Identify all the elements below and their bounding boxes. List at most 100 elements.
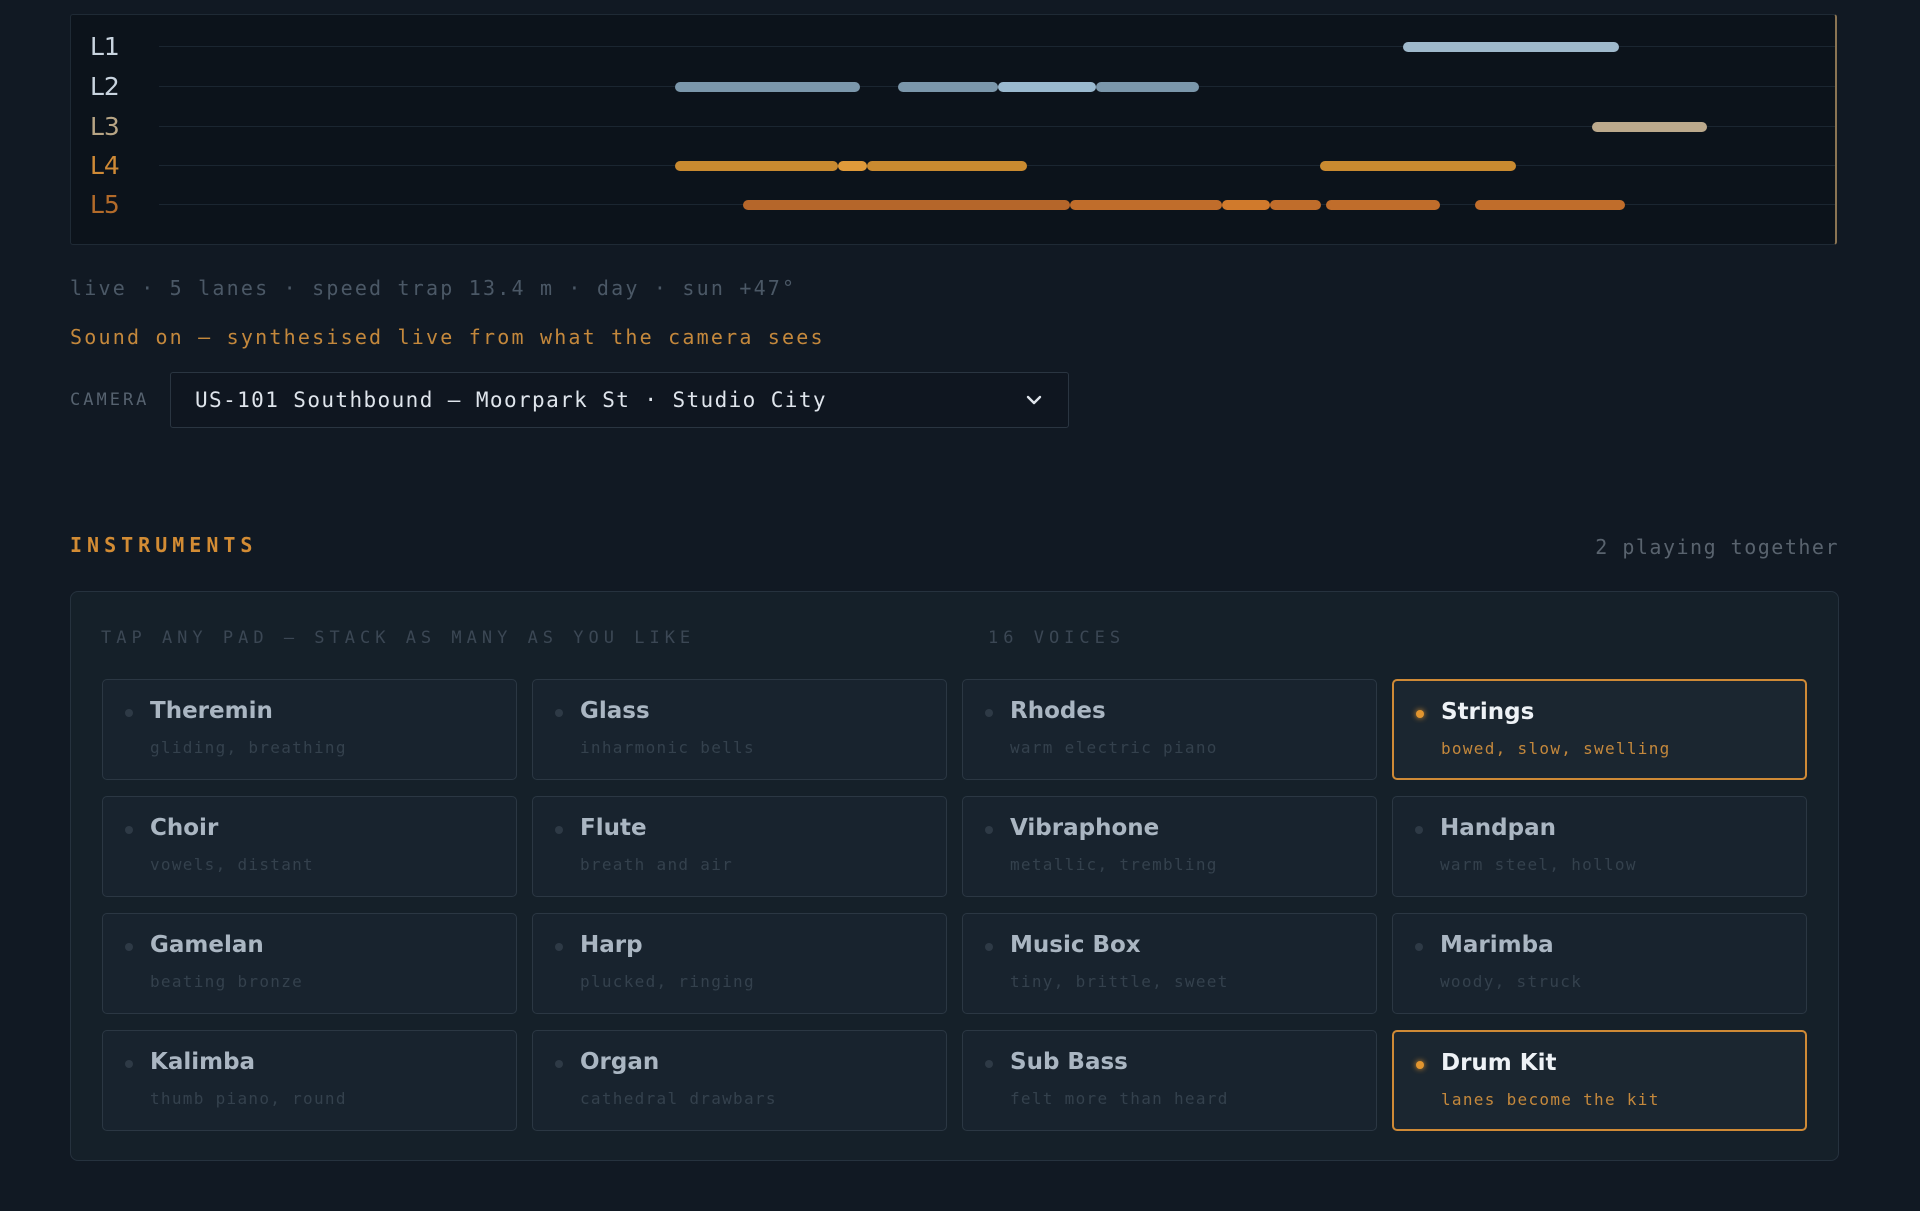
vehicle-segment — [837, 161, 868, 171]
pad-name: Gamelan — [150, 932, 264, 958]
pad-name: Kalimba — [150, 1049, 256, 1075]
pad-description: felt more than heard — [1010, 1089, 1229, 1108]
pad-name: Drum Kit — [1441, 1050, 1557, 1076]
voices-count: 16 VOICES — [988, 628, 1126, 648]
camera-select-value: US-101 Southbound — Moorpark St · Studio… — [195, 388, 827, 412]
status-dot-icon — [985, 826, 993, 834]
status-dot-icon — [1416, 710, 1424, 718]
chevron-down-icon — [1026, 395, 1042, 405]
vehicle-segment — [1221, 200, 1271, 210]
status-dot-icon — [125, 943, 133, 951]
vehicle-segment — [1320, 161, 1517, 171]
pad-description: bowed, slow, swelling — [1441, 739, 1671, 758]
instrument-pad-marimba[interactable]: Marimba woody, struck — [1392, 913, 1807, 1014]
status-dot-icon — [555, 943, 563, 951]
vehicle-segment — [1326, 200, 1441, 210]
pad-description: warm steel, hollow — [1440, 855, 1637, 874]
instruments-hint: TAP ANY PAD — STACK AS MANY AS YOU LIKE — [101, 628, 696, 648]
vehicle-segment — [1475, 200, 1625, 210]
vehicle-segment — [1070, 200, 1222, 210]
lane-row: L3 — [71, 107, 1835, 146]
lane-visualiser: L1 L2 L3 L4 L5 — [70, 14, 1837, 245]
lane-label: L4 — [90, 151, 120, 180]
instruments-title: INSTRUMENTS — [70, 533, 258, 557]
pad-description: breath and air — [580, 855, 734, 874]
status-dot-icon — [125, 709, 133, 717]
status-dot-icon — [985, 709, 993, 717]
pad-name: Music Box — [1010, 932, 1141, 958]
pad-description: metallic, trembling — [1010, 855, 1218, 874]
lane-label: L2 — [90, 72, 120, 101]
status-dot-icon — [985, 943, 993, 951]
pad-name: Marimba — [1440, 932, 1554, 958]
status-dot-icon — [555, 1060, 563, 1068]
status-dot-icon — [125, 1060, 133, 1068]
pad-description: lanes become the kit — [1441, 1090, 1660, 1109]
instrument-pad-organ[interactable]: Organ cathedral drawbars — [532, 1030, 947, 1131]
pad-grid: Theremin gliding, breathing Glass inharmoni… — [102, 679, 1807, 1131]
lane-row: L5 — [71, 185, 1835, 224]
vehicle-segment — [1270, 200, 1321, 210]
pad-description: inharmonic bells — [580, 738, 755, 757]
pad-name: Theremin — [150, 698, 273, 724]
pad-name: Harp — [580, 932, 643, 958]
lane-label: L5 — [90, 190, 120, 219]
instrument-pad-strings[interactable]: Strings bowed, slow, swelling — [1392, 679, 1807, 780]
sound-status: Sound on — synthesised live from what th… — [70, 325, 825, 349]
pad-description: vowels, distant — [150, 855, 314, 874]
instrument-pad-rhodes[interactable]: Rhodes warm electric piano — [962, 679, 1377, 780]
instrument-pad-glass[interactable]: Glass inharmonic bells — [532, 679, 947, 780]
pad-description: thumb piano, round — [150, 1089, 347, 1108]
instrument-pad-vibraphone[interactable]: Vibraphone metallic, trembling — [962, 796, 1377, 897]
pad-description: beating bronze — [150, 972, 304, 991]
instrument-pad-flute[interactable]: Flute breath and air — [532, 796, 947, 897]
vehicle-segment — [675, 161, 838, 171]
pad-name: Organ — [580, 1049, 660, 1075]
vehicle-segment — [1096, 82, 1200, 92]
status-dot-icon — [1416, 1061, 1424, 1069]
status-dot-icon — [125, 826, 133, 834]
instrument-pad-theremin[interactable]: Theremin gliding, breathing — [102, 679, 517, 780]
instrument-pad-drum-kit[interactable]: Drum Kit lanes become the kit — [1392, 1030, 1807, 1131]
playing-count: 2 playing together — [1595, 535, 1839, 559]
lane-label: L3 — [90, 112, 120, 141]
vehicle-segment — [1592, 122, 1708, 132]
lane-label: L1 — [90, 32, 120, 61]
pad-name: Flute — [580, 815, 647, 841]
instrument-pad-kalimba[interactable]: Kalimba thumb piano, round — [102, 1030, 517, 1131]
pad-name: Handpan — [1440, 815, 1556, 841]
pad-description: tiny, brittle, sweet — [1010, 972, 1229, 991]
pad-description: cathedral drawbars — [580, 1089, 777, 1108]
status-dot-icon — [555, 826, 563, 834]
vehicle-segment — [743, 200, 1071, 210]
lane-track — [159, 126, 1835, 127]
lane-row: L1 — [71, 27, 1835, 66]
vehicle-segment — [675, 82, 861, 92]
vehicle-segment — [1402, 42, 1619, 52]
pad-name: Sub Bass — [1010, 1049, 1128, 1075]
instrument-pad-gamelan[interactable]: Gamelan beating bronze — [102, 913, 517, 1014]
lane-row: L2 — [71, 67, 1835, 106]
vehicle-segment — [867, 161, 1028, 171]
pad-description: gliding, breathing — [150, 738, 347, 757]
instruments-panel: TAP ANY PAD — STACK AS MANY AS YOU LIKE … — [70, 591, 1839, 1161]
instrument-pad-harp[interactable]: Harp plucked, ringing — [532, 913, 947, 1014]
instrument-pad-sub-bass[interactable]: Sub Bass felt more than heard — [962, 1030, 1377, 1131]
pad-description: plucked, ringing — [580, 972, 755, 991]
pad-name: Rhodes — [1010, 698, 1106, 724]
lane-row: L4 — [71, 146, 1835, 185]
pad-description: warm electric piano — [1010, 738, 1218, 757]
status-dot-icon — [985, 1060, 993, 1068]
pad-name: Vibraphone — [1010, 815, 1160, 841]
instrument-pad-music-box[interactable]: Music Box tiny, brittle, sweet — [962, 913, 1377, 1014]
pad-description: woody, struck — [1440, 972, 1583, 991]
status-dot-icon — [1415, 943, 1423, 951]
vehicle-segment — [897, 82, 998, 92]
camera-select[interactable]: US-101 Southbound — Moorpark St · Studio… — [170, 372, 1069, 428]
instrument-pad-handpan[interactable]: Handpan warm steel, hollow — [1392, 796, 1807, 897]
camera-label: CAMERA — [70, 390, 150, 410]
pad-name: Glass — [580, 698, 650, 724]
instrument-pad-choir[interactable]: Choir vowels, distant — [102, 796, 517, 897]
status-line: live · 5 lanes · speed trap 13.4 m · day… — [70, 276, 797, 300]
status-dot-icon — [1415, 826, 1423, 834]
